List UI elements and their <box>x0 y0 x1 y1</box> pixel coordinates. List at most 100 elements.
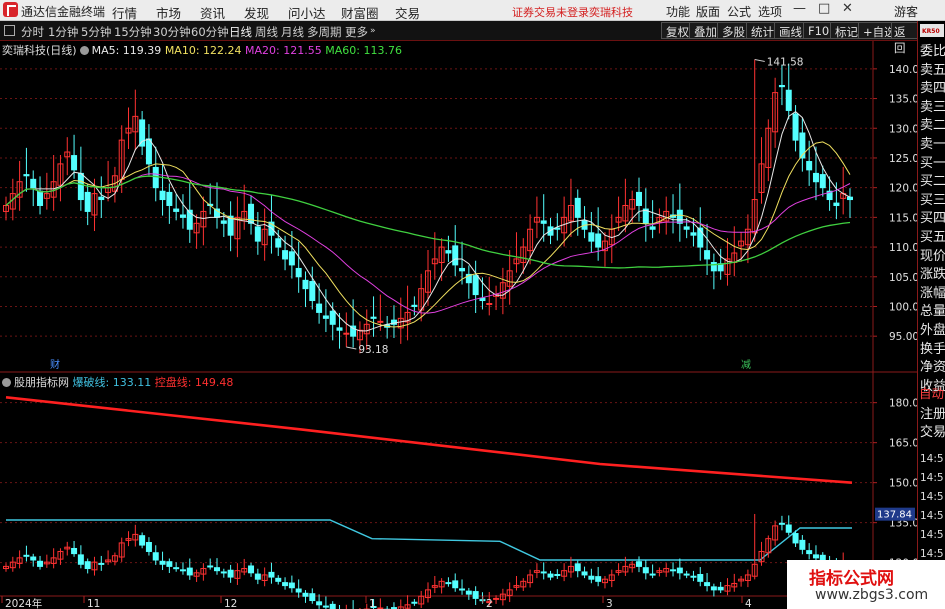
stock-logo-text: KR <box>922 28 932 35</box>
period-30min[interactable]: 30分钟 <box>153 24 191 40</box>
candle-down <box>329 310 336 325</box>
back-button[interactable]: 返回 <box>891 22 918 55</box>
sub-candle-down <box>581 571 588 576</box>
menu-options[interactable]: 选项 <box>758 3 782 20</box>
date-label: 1 <box>369 598 376 609</box>
candle-down <box>792 113 799 141</box>
period-more[interactable]: 更多 <box>345 24 368 40</box>
menu-discover[interactable]: 发现 <box>244 3 269 22</box>
candle-down <box>540 220 547 224</box>
quote-field-8: 买三 <box>920 192 945 208</box>
quote-field-11: 现价 <box>920 248 945 264</box>
menu-trade[interactable]: 交易 <box>395 3 420 22</box>
menu-quotes[interactable]: 行情 <box>112 3 137 22</box>
menu-layout[interactable]: 版面 <box>696 3 720 20</box>
quote-field-14: 总量 <box>920 304 945 320</box>
sub-candle-down <box>785 524 792 533</box>
quote-field-15: 外盘 <box>920 323 945 338</box>
menu-market[interactable]: 市场 <box>156 3 181 22</box>
period-1min[interactable]: 1分钟 <box>48 24 78 40</box>
sub-candle-down <box>282 582 289 587</box>
ma10-value: MA10: 122.24 <box>164 44 242 57</box>
candle-up <box>486 303 493 306</box>
sub-candle-down <box>268 571 275 578</box>
main-axis-label: 100.0 <box>889 301 917 313</box>
quote-field-6: 买一 <box>920 155 945 171</box>
candle-down <box>316 303 323 313</box>
quote-side-panel: KR50 委比 卖五 卖四 卖三 卖二 卖一 买一 买二 买三 买四 买五 现价 涨跌 涨幅 总量 外盘 换手净… <box>917 21 945 609</box>
minimize-icon[interactable]: — <box>793 1 806 16</box>
sub-candle-down <box>465 590 472 595</box>
stock-logo-sub: 50 <box>931 28 940 35</box>
menu-news[interactable]: 资讯 <box>200 3 225 22</box>
sub-candle-down <box>452 580 459 589</box>
event-marker-jian: 减 <box>741 359 751 371</box>
period-multi[interactable]: 多周期 <box>307 24 342 40</box>
register-label[interactable]: 注册 <box>920 403 945 422</box>
sub-candle-down <box>670 569 677 572</box>
event-marker-cai: 财 <box>50 358 60 371</box>
auto-label[interactable]: 自动 <box>919 383 944 402</box>
period-15min[interactable]: 15分钟 <box>114 24 152 40</box>
candle-down <box>819 174 826 189</box>
settings-dot-icon[interactable] <box>79 46 89 55</box>
sub-candle-down <box>595 576 602 582</box>
high-price-label: 141.58 <box>767 56 804 68</box>
period-intraday[interactable]: 分时 <box>21 24 44 40</box>
login-notice[interactable]: 证券交易未登录 <box>512 4 589 20</box>
main-axis-label: 115.0 <box>889 212 917 224</box>
current-value-label: 137.84 <box>877 510 912 521</box>
candle-down <box>23 174 30 177</box>
sub-candle-down <box>302 592 309 597</box>
sub-candle-down <box>812 554 819 559</box>
date-label: 2024年 <box>5 597 42 609</box>
candle-down <box>588 232 595 242</box>
sub-candle-down <box>799 539 806 550</box>
period-weekly[interactable]: 周线 <box>255 24 278 40</box>
menu-formula[interactable]: 公式 <box>727 3 751 20</box>
high-pointer <box>754 58 765 62</box>
date-label: 12 <box>224 598 237 609</box>
candle-down <box>139 119 146 147</box>
layout-toggle-icon[interactable] <box>4 25 15 36</box>
sub-candle-down <box>30 556 37 561</box>
date-label: 3 <box>606 598 613 609</box>
trade-label[interactable]: 交易 <box>920 421 945 440</box>
sub-axis-label: 150.0 <box>889 478 917 490</box>
tick-time-3: 14:5 <box>920 510 944 522</box>
sub-candle-down <box>697 574 704 582</box>
sub-candle-down <box>704 582 711 587</box>
period-monthly[interactable]: 月线 <box>281 24 304 40</box>
candle-down <box>30 178 37 189</box>
candle-down <box>322 315 329 319</box>
candle-down <box>98 196 105 201</box>
menu-ask[interactable]: 问小达 <box>288 3 326 22</box>
sub-candle-down <box>288 582 295 589</box>
tick-time-1: 14:5 <box>920 472 944 484</box>
period-daily[interactable]: 日线 <box>229 24 252 40</box>
maximize-icon[interactable]: □ <box>818 1 830 16</box>
more-chevron-icon[interactable]: » <box>370 26 376 36</box>
quote-field-16: 换手 <box>920 341 945 357</box>
sub-candle-down <box>98 562 105 565</box>
breakout-line-value: 爆破线: 133.11 <box>72 376 152 389</box>
sub-axis-label: 180.0 <box>889 398 917 410</box>
candle-down <box>295 267 302 278</box>
chart-area[interactable]: 140.0 135.0 130.0 125.0 120.0 115.0 110.0 105.0… <box>0 41 917 609</box>
title-bar: 通达信金融终端 行情 市场 资讯 发现 问小达 财富圈 交易 证券交易未登录 奕… <box>0 0 945 21</box>
sub-candle-down <box>649 573 656 576</box>
sub-candle-down <box>642 567 649 574</box>
sub-settings-dot-icon[interactable] <box>2 378 11 387</box>
period-60min[interactable]: 60分钟 <box>191 24 229 40</box>
sub-candle-down <box>411 601 418 604</box>
menu-wealth[interactable]: 财富圈 <box>341 3 379 22</box>
tick-time-0: 14:5 <box>920 453 944 465</box>
close-icon[interactable]: ✕ <box>842 1 853 16</box>
kline-chart-svg[interactable]: 140.0 135.0 130.0 125.0 120.0 115.0 110.0 105.0… <box>0 41 917 609</box>
title-stock-name: 奕瑞科技 <box>589 6 633 19</box>
period-5min[interactable]: 5分钟 <box>81 24 111 40</box>
sub-candle-down <box>710 586 717 591</box>
guest-label[interactable]: 游客 <box>894 3 918 20</box>
quote-field-7: 买二 <box>920 174 945 190</box>
menu-function[interactable]: 功能 <box>666 3 690 20</box>
